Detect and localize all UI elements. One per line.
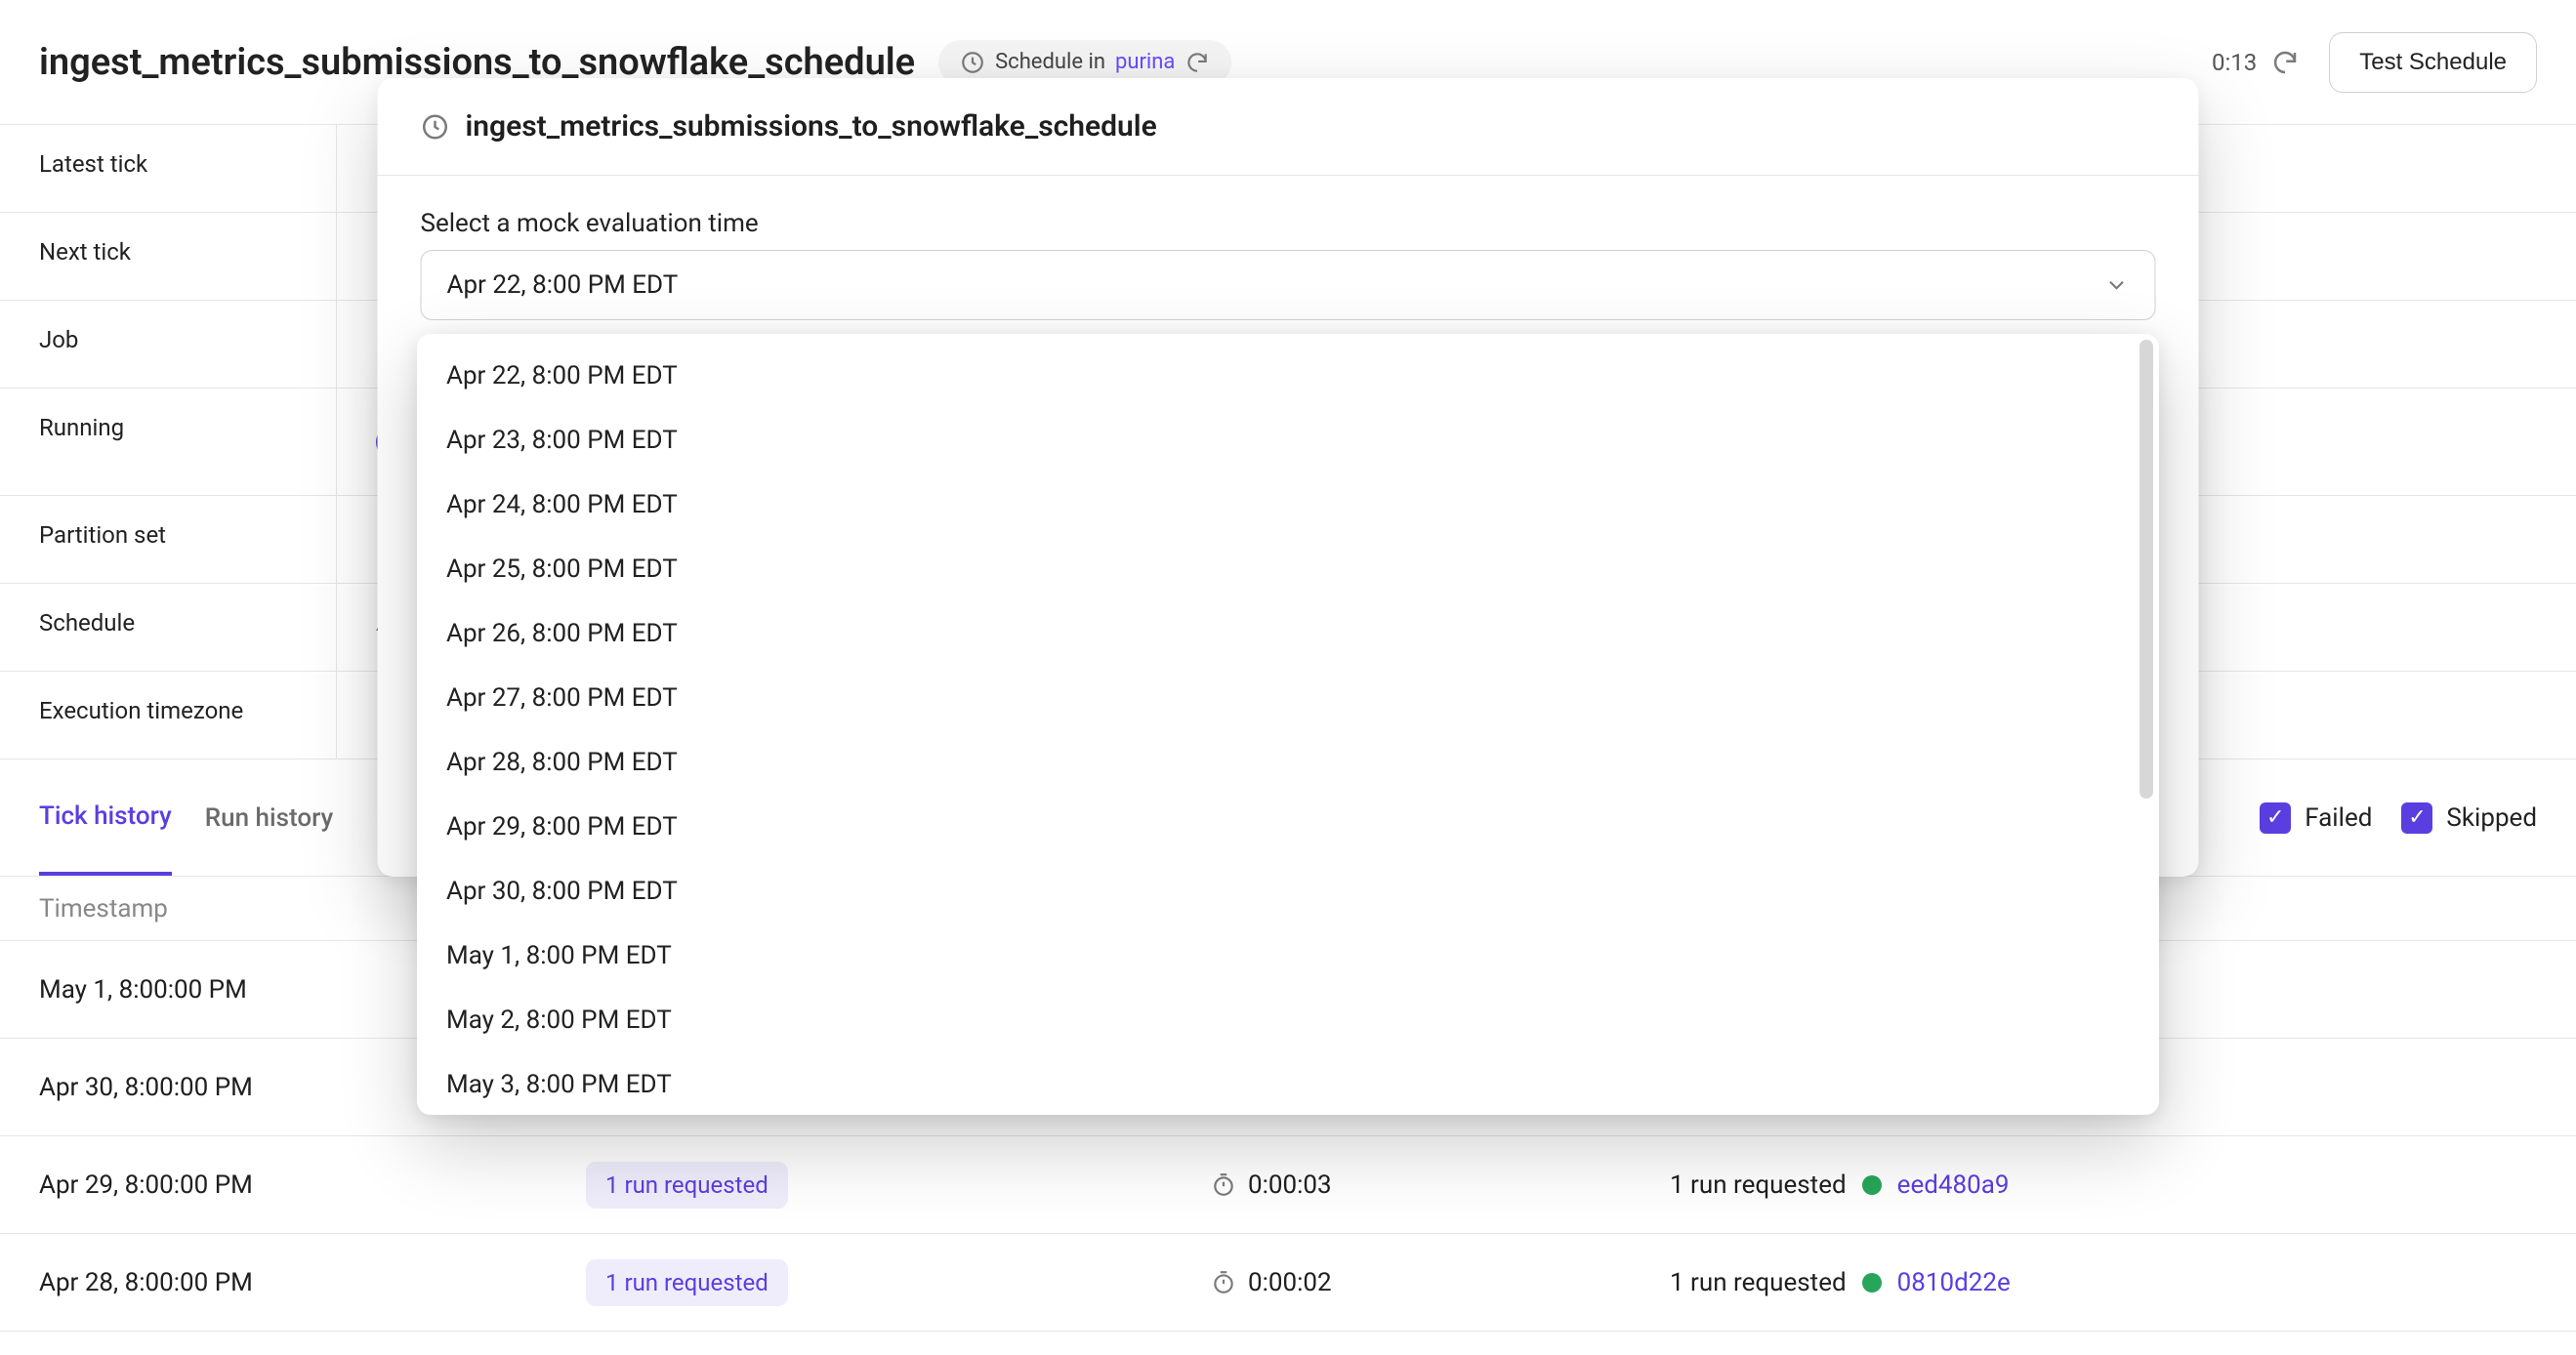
label-schedule: Schedule bbox=[0, 584, 337, 671]
schedule-chip-link[interactable]: purina bbox=[1115, 50, 1175, 74]
label-execution-tz: Execution timezone bbox=[0, 672, 337, 759]
reload-icon[interactable] bbox=[1184, 50, 1210, 75]
clock-icon bbox=[960, 50, 985, 75]
table-row[interactable]: Apr 29, 8:00:00 PM1 run requested0:00:03… bbox=[0, 1136, 2576, 1234]
label-partition-set: Partition set bbox=[0, 496, 337, 583]
cell-timestamp: Apr 28, 8:00:00 PM bbox=[0, 1268, 586, 1297]
clock-icon bbox=[421, 112, 450, 142]
label-next-tick: Next tick bbox=[0, 213, 337, 300]
cell-timestamp: Apr 29, 8:00:00 PM bbox=[0, 1170, 586, 1200]
dropdown-option[interactable]: Apr 30, 8:00 PM EDT bbox=[417, 859, 2159, 924]
countdown-timer: 0:13 bbox=[2212, 49, 2257, 76]
evaluation-time-label: Select a mock evaluation time bbox=[421, 209, 2156, 238]
status-dot-success bbox=[1862, 1175, 1882, 1195]
label-running: Running bbox=[0, 389, 337, 495]
table-row[interactable]: Apr 28, 8:00:00 PM1 run requested0:00:02… bbox=[0, 1234, 2576, 1332]
duration-text: 0:00:03 bbox=[1248, 1170, 1332, 1200]
dropdown-option[interactable]: Apr 29, 8:00 PM EDT bbox=[417, 795, 2159, 859]
page-title: ingest_metrics_submissions_to_snowflake_… bbox=[39, 41, 915, 84]
tab-tick-history[interactable]: Tick history bbox=[39, 760, 172, 876]
dropdown-option[interactable]: Apr 24, 8:00 PM EDT bbox=[417, 472, 2159, 537]
stopwatch-icon bbox=[1211, 1270, 1236, 1295]
dropdown-option[interactable]: Apr 23, 8:00 PM EDT bbox=[417, 408, 2159, 472]
dropdown-option[interactable]: Apr 25, 8:00 PM EDT bbox=[417, 537, 2159, 601]
dropdown-option[interactable]: Apr 22, 8:00 PM EDT bbox=[417, 344, 2159, 408]
run-id-link[interactable]: 0810d22e bbox=[1897, 1268, 2011, 1297]
evaluation-time-selected: Apr 22, 8:00 PM EDT bbox=[447, 270, 679, 300]
cell-duration: 0:00:03 bbox=[1211, 1170, 1670, 1200]
checkbox-skipped[interactable]: ✓ bbox=[2401, 802, 2432, 834]
runs-text: 1 run requested bbox=[1670, 1268, 1847, 1297]
duration-text: 0:00:02 bbox=[1248, 1268, 1332, 1297]
dropdown-option[interactable]: May 3, 8:00 PM EDT bbox=[417, 1052, 2159, 1115]
schedule-chip-prefix: Schedule in bbox=[995, 50, 1105, 74]
cell-runs: 1 run requested 0810d22e bbox=[1670, 1268, 2576, 1297]
filter-failed[interactable]: ✓ Failed bbox=[2260, 802, 2372, 834]
evaluation-time-select[interactable]: Apr 22, 8:00 PM EDT bbox=[421, 250, 2156, 320]
dropdown-option[interactable]: May 1, 8:00 PM EDT bbox=[417, 924, 2159, 988]
filter-skipped-label: Skipped bbox=[2446, 803, 2537, 833]
tab-run-history[interactable]: Run history bbox=[205, 762, 333, 874]
cell-status: 1 run requested bbox=[586, 1162, 1211, 1209]
run-requested-badge: 1 run requested bbox=[586, 1259, 788, 1306]
run-requested-badge: 1 run requested bbox=[586, 1162, 788, 1209]
cell-status: 1 run requested bbox=[586, 1259, 1211, 1306]
checkbox-failed[interactable]: ✓ bbox=[2260, 802, 2291, 834]
cell-duration: 0:00:02 bbox=[1211, 1268, 1670, 1297]
cell-runs: 1 run requested eed480a9 bbox=[1670, 1170, 2576, 1200]
dialog-header: ingest_metrics_submissions_to_snowflake_… bbox=[378, 78, 2199, 176]
dropdown-option[interactable]: May 2, 8:00 PM EDT bbox=[417, 988, 2159, 1052]
filter-skipped[interactable]: ✓ Skipped bbox=[2401, 802, 2537, 834]
test-schedule-button[interactable]: Test Schedule bbox=[2329, 32, 2537, 93]
chevron-down-icon bbox=[2104, 272, 2130, 298]
dropdown-option[interactable]: Apr 28, 8:00 PM EDT bbox=[417, 730, 2159, 795]
dropdown-scrollbar[interactable] bbox=[2140, 340, 2153, 799]
dialog-title: ingest_metrics_submissions_to_snowflake_… bbox=[466, 109, 1157, 144]
status-dot-success bbox=[1862, 1273, 1882, 1293]
label-job: Job bbox=[0, 301, 337, 388]
filter-failed-label: Failed bbox=[2305, 803, 2372, 833]
label-latest-tick: Latest tick bbox=[0, 125, 337, 212]
evaluation-time-dropdown[interactable]: Apr 22, 8:00 PM EDTApr 23, 8:00 PM EDTAp… bbox=[417, 334, 2159, 1115]
dropdown-option[interactable]: Apr 26, 8:00 PM EDT bbox=[417, 601, 2159, 666]
run-id-link[interactable]: eed480a9 bbox=[1897, 1170, 2010, 1200]
stopwatch-icon bbox=[1211, 1172, 1236, 1198]
refresh-icon[interactable] bbox=[2270, 48, 2300, 77]
dropdown-option[interactable]: Apr 27, 8:00 PM EDT bbox=[417, 666, 2159, 730]
runs-text: 1 run requested bbox=[1670, 1170, 1847, 1200]
